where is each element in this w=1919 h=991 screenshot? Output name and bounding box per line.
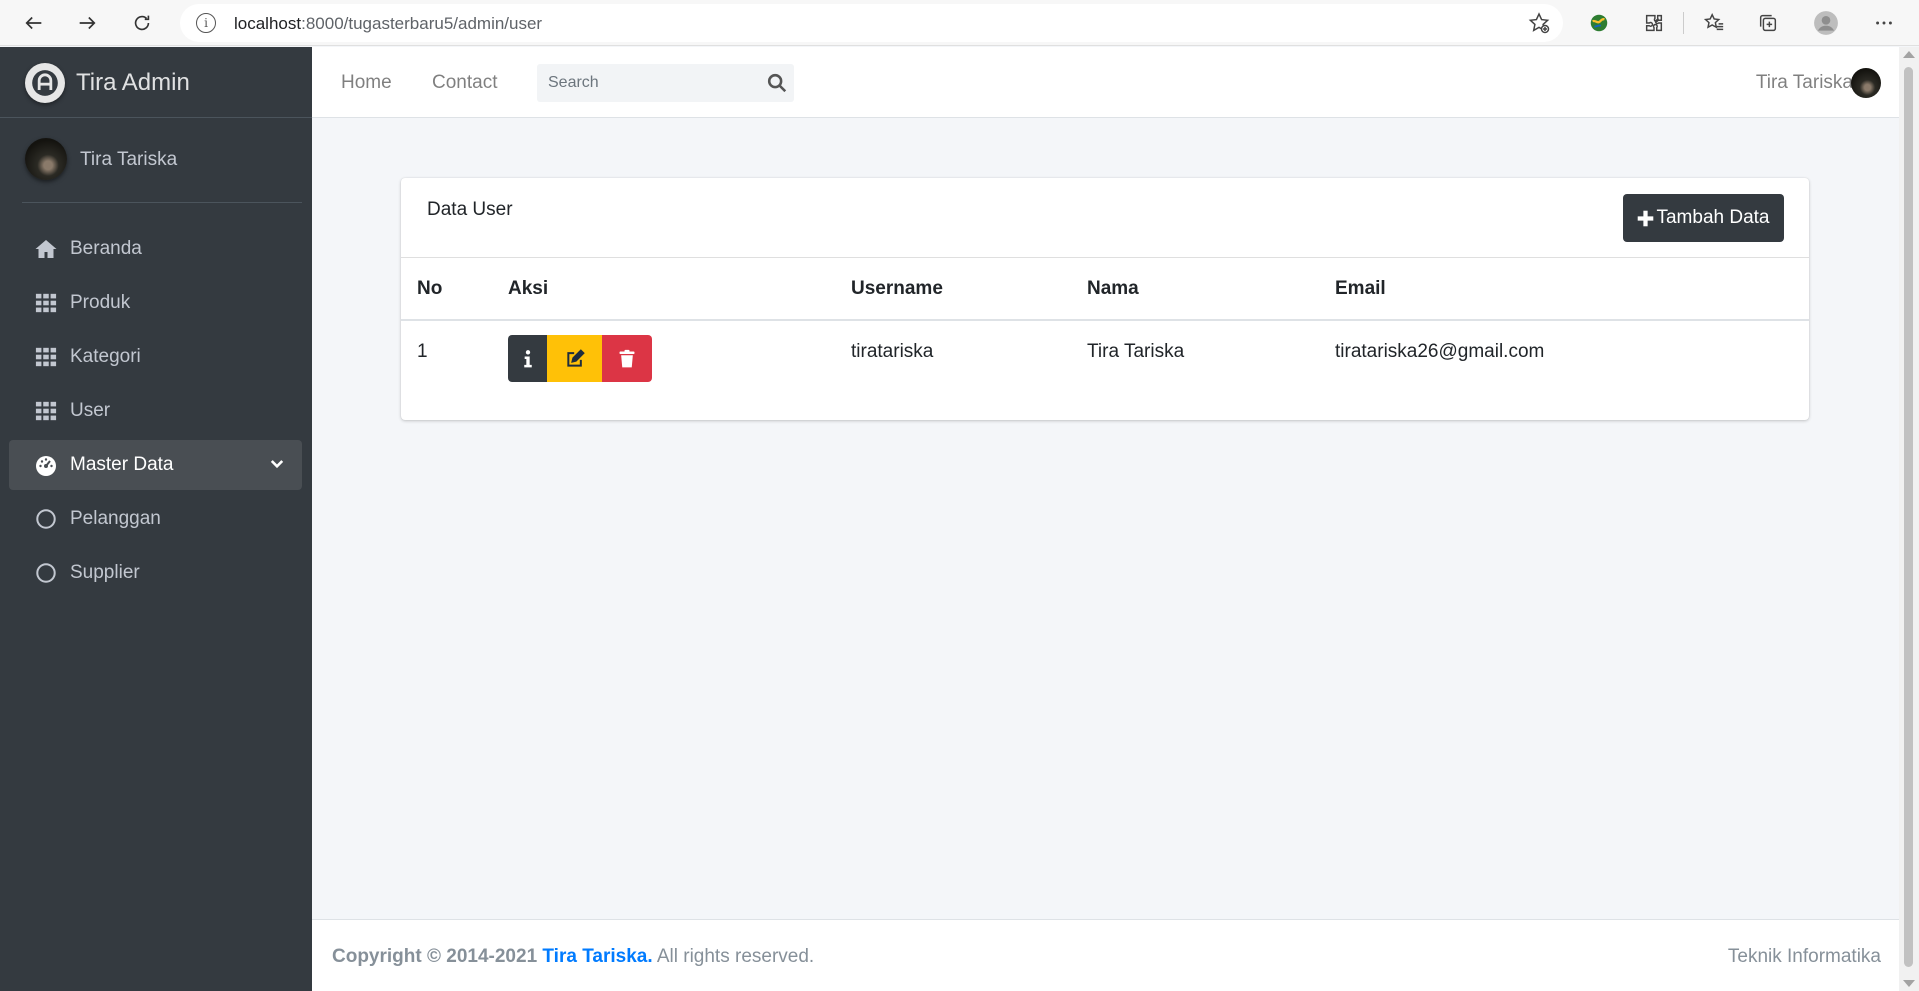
forward-button[interactable] (66, 2, 108, 44)
data-user-card: Data User Tambah Data No Aksi Username N… (401, 178, 1809, 420)
circle-icon (34, 507, 58, 531)
sidebar: Tira Admin Tira Tariska Beranda Produk K… (0, 47, 312, 991)
navbar-user-name[interactable]: Tira Tariska (1756, 72, 1853, 94)
navbar-search (537, 64, 794, 102)
brand-text: Tira Admin (76, 69, 190, 96)
favorites-icon[interactable] (1701, 10, 1727, 36)
cell-no: 1 (417, 341, 428, 362)
sidebar-item-user[interactable]: User (9, 386, 302, 436)
column-header-email: Email (1335, 258, 1809, 321)
sidebar-item-beranda[interactable]: Beranda (9, 224, 302, 274)
favorite-star-icon[interactable] (1527, 11, 1551, 35)
scroll-thumb[interactable] (1904, 67, 1913, 967)
sidebar-user-panel[interactable]: Tira Tariska (22, 118, 302, 203)
cell-username: tiratariska (851, 341, 934, 362)
sidebar-item-pelanggan[interactable]: Pelanggan (9, 494, 302, 544)
table-header-row: No Aksi Username Nama Email (401, 258, 1809, 321)
grid-icon (34, 345, 58, 369)
table-row: 1 tiratariska Tira Tariska tiratariska26… (401, 320, 1809, 416)
footer-right-text: Teknik Informatika (1727, 946, 1881, 967)
sidebar-item-supplier[interactable]: Supplier (9, 548, 302, 598)
grid-icon (34, 399, 58, 423)
info-icon (523, 349, 532, 367)
cell-nama: Tira Tariska (1087, 341, 1185, 362)
top-navbar: Home Contact Tira Tariska (312, 47, 1899, 118)
brand-logo-icon (25, 63, 65, 103)
profile-icon[interactable] (1813, 10, 1839, 36)
search-input[interactable] (537, 64, 757, 102)
reload-icon (134, 15, 150, 31)
nav-contact-link[interactable]: Contact (432, 72, 497, 94)
trash-icon (619, 349, 635, 367)
brand-link[interactable]: Tira Admin (0, 47, 312, 118)
cell-email: tiratariska26@gmail.com (1335, 341, 1545, 362)
url-text: localhost:8000/tugasterbaru5/admin/user (234, 14, 543, 33)
detail-button[interactable] (508, 335, 547, 382)
globe-extension-icon[interactable] (1586, 10, 1612, 36)
edit-icon (566, 348, 585, 367)
cell-aksi (508, 320, 851, 416)
address-bar[interactable]: i localhost:8000/tugasterbaru5/admin/use… (180, 4, 1563, 42)
footer-copyright: Copyright © 2014-2021 Tira Tariska. All … (332, 946, 815, 967)
toolbar-separator (1683, 12, 1684, 34)
footer-owner-link[interactable]: Tira Tariska. (542, 946, 652, 967)
tachometer-icon (34, 453, 58, 477)
delete-button[interactable] (602, 335, 652, 382)
avatar (25, 138, 67, 180)
more-menu-icon[interactable] (1871, 10, 1897, 36)
scroll-down-arrow-icon[interactable] (1903, 980, 1915, 987)
sidebar-item-kategori[interactable]: Kategori (9, 332, 302, 382)
edit-button[interactable] (547, 335, 602, 382)
card-title: Data User (427, 199, 513, 220)
search-icon[interactable] (766, 72, 788, 94)
back-button[interactable] (13, 2, 55, 44)
avatar[interactable] (1851, 68, 1881, 98)
arrow-left-icon (25, 16, 42, 30)
extensions-icon[interactable] (1641, 10, 1667, 36)
column-header-no: No (401, 258, 508, 321)
page-footer: Copyright © 2014-2021 Tira Tariska. All … (312, 919, 1899, 991)
plus-icon (1638, 210, 1654, 226)
column-header-nama: Nama (1087, 258, 1335, 321)
page-scrollbar[interactable] (1899, 47, 1919, 991)
chevron-down-icon (270, 460, 284, 469)
action-button-group (508, 335, 851, 382)
column-header-username: Username (851, 258, 1087, 321)
nav-home-link[interactable]: Home (341, 72, 392, 94)
card-header: Data User Tambah Data (401, 178, 1809, 258)
home-icon (34, 237, 58, 261)
scroll-up-arrow-icon[interactable] (1903, 51, 1915, 58)
collections-icon[interactable] (1755, 10, 1781, 36)
arrow-right-icon (79, 16, 96, 30)
browser-toolbar: i localhost:8000/tugasterbaru5/admin/use… (0, 0, 1919, 46)
sidebar-item-produk[interactable]: Produk (9, 278, 302, 328)
sidebar-item-master-data[interactable]: Master Data (9, 440, 302, 490)
circle-icon (34, 561, 58, 585)
column-header-aksi: Aksi (508, 258, 851, 321)
reload-button[interactable] (121, 2, 163, 44)
add-data-button[interactable]: Tambah Data (1623, 194, 1784, 242)
sidebar-user-name[interactable]: Tira Tariska (80, 149, 177, 171)
user-table: No Aksi Username Nama Email 1 tiratarisk… (401, 258, 1809, 416)
site-info-icon[interactable]: i (196, 13, 216, 33)
grid-icon (34, 291, 58, 315)
